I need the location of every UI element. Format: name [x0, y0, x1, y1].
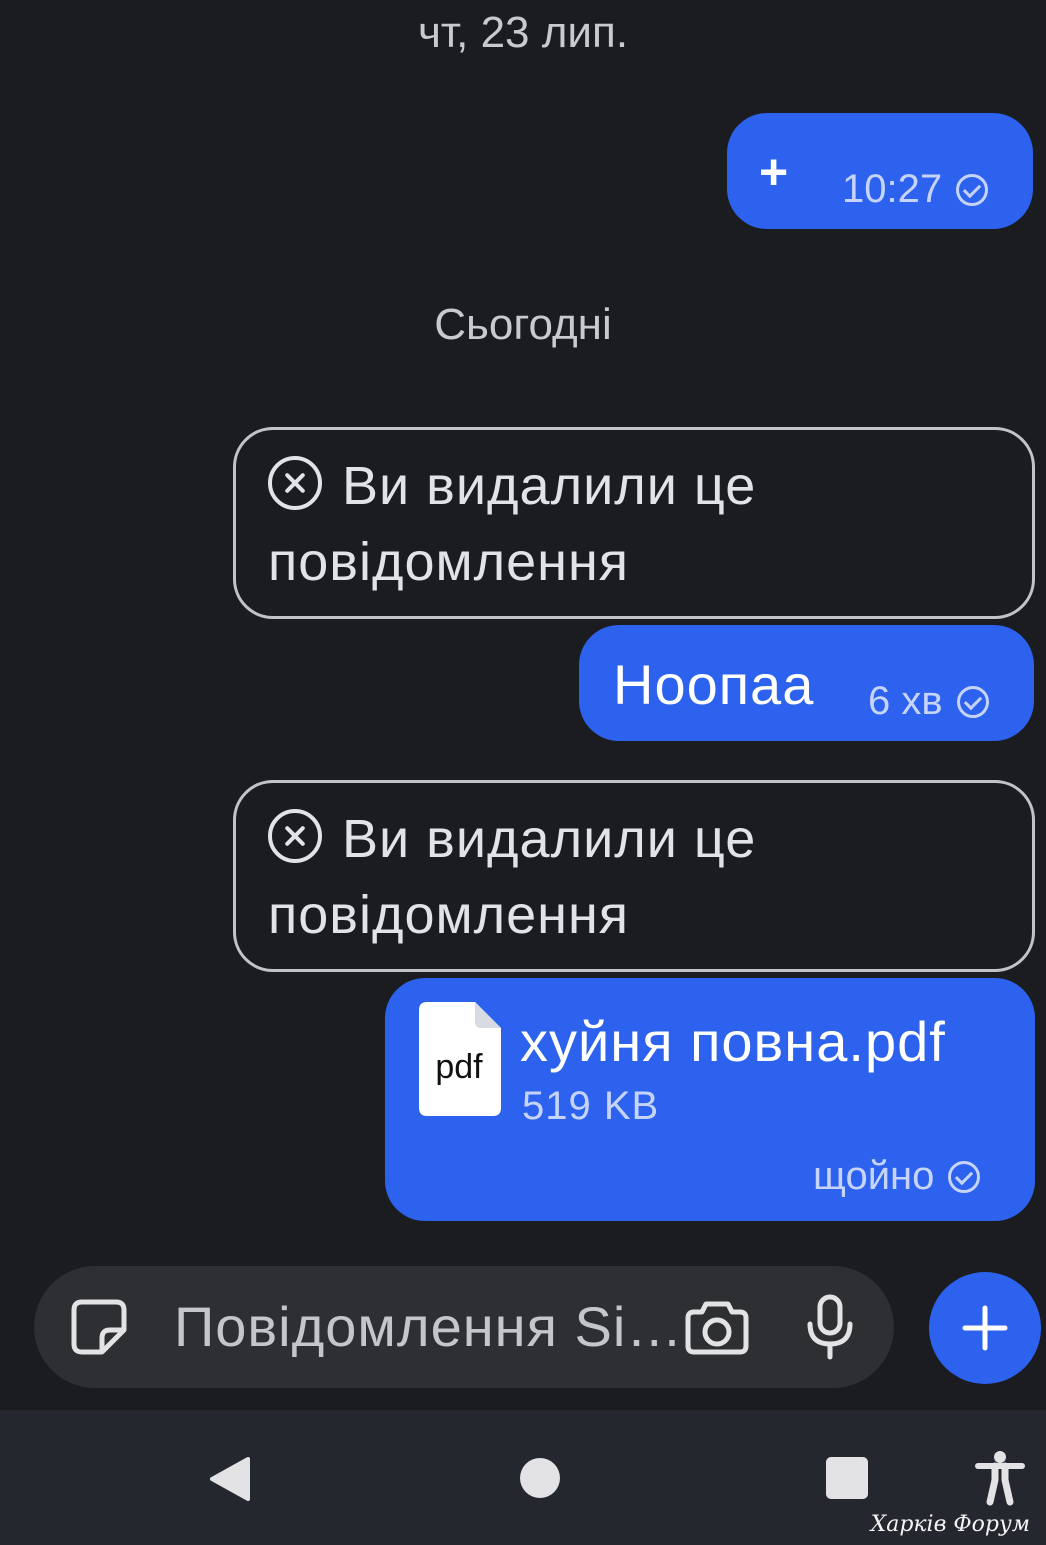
file-name: хуйня повна.pdf	[520, 1010, 946, 1073]
deleted-message-text: Ви видалили це повідомлення	[268, 809, 757, 945]
home-icon[interactable]	[520, 1458, 560, 1498]
file-size: 519 KB	[522, 1084, 660, 1128]
deleted-x-icon	[268, 809, 322, 863]
message-time: 6 хв	[868, 679, 943, 723]
sent-check-icon	[956, 685, 989, 718]
date-separator: Сьогодні	[434, 300, 612, 349]
deleted-message[interactable]: Ви видалили це повідомлення	[233, 427, 1035, 619]
message-text: +	[759, 144, 789, 200]
accessibility-icon[interactable]	[975, 1450, 1025, 1506]
sent-check-icon	[956, 173, 989, 206]
deleted-message-text: Ви видалили це повідомлення	[268, 456, 757, 592]
microphone-icon[interactable]	[804, 1294, 856, 1360]
watermark: Харків Форум	[870, 1512, 1030, 1537]
deleted-message-content: Ви видалили це повідомлення	[268, 448, 868, 600]
date-separator: чт, 23 лип.	[417, 8, 629, 57]
attach-plus-button[interactable]	[929, 1272, 1041, 1384]
sticker-icon[interactable]	[68, 1296, 130, 1358]
message-meta: 6 хв	[868, 679, 989, 724]
message-meta: щойно	[813, 1154, 981, 1199]
recents-icon[interactable]	[826, 1457, 868, 1499]
file-type-label: pdf	[435, 1048, 483, 1086]
deleted-x-icon	[268, 456, 322, 510]
sent-check-icon	[948, 1160, 981, 1193]
back-icon[interactable]	[206, 1455, 252, 1503]
deleted-message-content: Ви видалили це повідомлення	[268, 801, 868, 953]
plus-icon	[962, 1305, 1008, 1351]
message-text: Ноопаа	[613, 653, 815, 716]
system-navigation-bar: Харків Форум	[0, 1410, 1046, 1545]
message-time: щойно	[813, 1154, 935, 1198]
message-time: 10:27	[842, 167, 943, 211]
message-composer: Повідомлення Si…	[34, 1266, 894, 1388]
pdf-file-icon[interactable]: pdf	[419, 1002, 501, 1116]
deleted-message[interactable]: Ви видалили це повідомлення	[233, 780, 1035, 972]
message-bubble[interactable]: + 10:27	[727, 113, 1033, 229]
message-input[interactable]: Повідомлення Si…	[174, 1296, 682, 1358]
file-message-bubble[interactable]: pdf хуйня повна.pdf 519 KB щойно	[385, 978, 1035, 1221]
message-meta: 10:27	[842, 167, 989, 212]
message-bubble[interactable]: Ноопаа 6 хв	[579, 625, 1034, 741]
camera-icon[interactable]	[684, 1296, 750, 1358]
